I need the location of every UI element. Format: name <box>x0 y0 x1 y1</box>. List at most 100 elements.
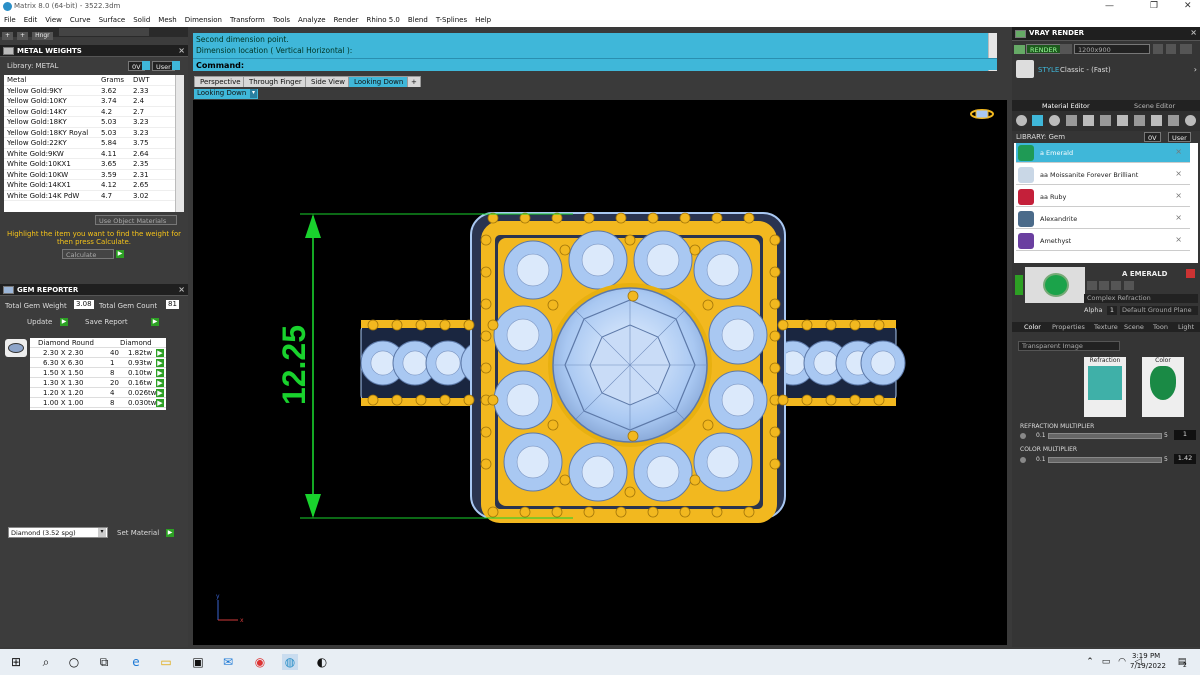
color-slider[interactable] <box>1048 457 1162 463</box>
style-value[interactable]: Classic - (Fast) <box>1060 66 1111 74</box>
play-icon[interactable]: ▶ <box>116 250 124 258</box>
checker-icon[interactable] <box>1117 115 1128 126</box>
map-type-select[interactable]: Transparent Image <box>1018 341 1120 351</box>
shader-select[interactable]: Complex Refraction <box>1084 294 1198 303</box>
menu-rhino[interactable]: Rhino 5.0 <box>363 14 404 24</box>
matrix-app-icon[interactable]: ◍ <box>282 654 298 670</box>
wifi-icon[interactable]: ◠ <box>1114 654 1130 670</box>
maximize-button[interactable]: ❐ <box>1150 1 1158 11</box>
close-icon[interactable]: × <box>1175 147 1182 156</box>
save-play-icon[interactable]: ▶ <box>151 318 159 326</box>
eye-icon[interactable] <box>1087 281 1097 290</box>
add-view-button[interactable]: + <box>407 76 421 87</box>
material-select[interactable]: Diamond (3.52 spg) ▾ <box>8 527 108 538</box>
brush-icon[interactable] <box>1168 115 1179 126</box>
tab-perspective[interactable]: Perspective <box>194 76 247 87</box>
material-item[interactable]: Alexandrite × <box>1016 209 1190 229</box>
calculate-button[interactable]: Calculate <box>62 249 114 259</box>
table-row[interactable]: White Gold:14KX1 4.12 2.65 <box>4 180 184 191</box>
table-row[interactable]: Yellow Gold:14KY 4.2 2.7 <box>4 107 184 117</box>
tab-color[interactable]: Color <box>1020 322 1045 332</box>
tab-scene[interactable]: Scene <box>1120 322 1148 332</box>
close-icon[interactable]: × <box>1190 28 1197 37</box>
color-value[interactable]: 1.42 <box>1174 454 1196 464</box>
refraction-value[interactable]: 1 <box>1174 430 1196 440</box>
alpha-field[interactable]: 1 <box>1107 306 1117 315</box>
table-row[interactable]: 2.30 X 2.30 40 1.82tw ▶ <box>30 348 166 358</box>
tab-material-editor[interactable]: Material Editor <box>1038 101 1094 111</box>
pattern-icon[interactable] <box>1100 115 1111 126</box>
tab-properties[interactable]: Properties <box>1048 322 1089 332</box>
clock-time[interactable]: 3:19 PM <box>1132 652 1160 660</box>
use-object-materials-button[interactable]: Use Object Materials <box>95 215 177 225</box>
menu-surface[interactable]: Surface <box>95 14 130 24</box>
store-icon[interactable]: ▣ <box>190 654 206 670</box>
refraction-slider[interactable] <box>1048 433 1162 439</box>
material-item[interactable]: a Emerald × <box>1016 143 1190 163</box>
refraction-map[interactable]: Refraction <box>1084 357 1126 417</box>
table-row[interactable]: White Gold:9KW 4.11 2.64 <box>4 149 184 159</box>
gem-tool-icon[interactable] <box>1032 115 1043 126</box>
edge-icon[interactable]: e <box>128 654 144 670</box>
tab-toon[interactable]: Toon <box>1149 322 1172 332</box>
table-row[interactable]: 1.00 X 1.00 8 0.030tw ▶ <box>30 398 166 408</box>
table-row[interactable]: White Gold:10KX1 3.65 2.35 <box>4 159 184 170</box>
menu-mesh[interactable]: Mesh <box>154 14 180 24</box>
file-explorer-icon[interactable]: ▭ <box>158 654 174 670</box>
menu-curve[interactable]: Curve <box>66 14 95 24</box>
table-row[interactable]: Yellow Gold:9KY 3.62 2.33 <box>4 86 184 96</box>
refresh-icon[interactable] <box>1186 269 1195 278</box>
grid-icon[interactable] <box>1151 115 1162 126</box>
table-row[interactable]: 1.30 X 1.30 20 0.16tw ▶ <box>30 378 166 388</box>
close-icon[interactable]: × <box>178 46 185 55</box>
paint-icon[interactable] <box>1134 115 1145 126</box>
menu-tsplines[interactable]: T-Splines <box>432 14 471 24</box>
drop-icon[interactable] <box>1016 115 1027 126</box>
table-row[interactable]: White Gold:10KW 3.59 2.31 <box>4 170 184 180</box>
play-icon[interactable]: ▶ <box>156 349 164 357</box>
menu-solid[interactable]: Solid <box>129 14 154 24</box>
user-toggle[interactable] <box>172 61 180 70</box>
close-icon[interactable]: × <box>1175 235 1182 244</box>
close-icon[interactable]: × <box>1175 169 1182 178</box>
tab-light[interactable]: Light <box>1174 322 1198 332</box>
menu-dimension[interactable]: Dimension <box>181 14 226 24</box>
close-icon[interactable]: × <box>1175 213 1182 222</box>
menu-blend[interactable]: Blend <box>404 14 432 24</box>
tool-button[interactable]: Hngr <box>32 32 53 40</box>
play-icon[interactable]: ▶ <box>156 389 164 397</box>
menu-edit[interactable]: Edit <box>20 14 42 24</box>
tab-texture[interactable]: Texture <box>1090 322 1122 332</box>
search-icon[interactable]: ⌕ <box>38 654 54 670</box>
table-row[interactable]: 1.50 X 1.50 8 0.10tw ▶ <box>30 368 166 378</box>
tab-looking-down[interactable]: Looking Down <box>348 76 410 87</box>
table-row[interactable]: White Gold:14K PdW 4.7 3.02 <box>4 191 184 201</box>
library-toggle[interactable] <box>142 61 150 70</box>
minimize-button[interactable]: — <box>1105 1 1114 11</box>
menu-file[interactable]: File <box>0 14 20 24</box>
chevron-down-icon[interactable]: ▾ <box>98 528 106 537</box>
sphere-icon[interactable] <box>1049 115 1060 126</box>
tab-side-view[interactable]: Side View <box>305 76 351 87</box>
paste-icon[interactable] <box>1111 281 1121 290</box>
close-icon[interactable]: × <box>178 285 185 294</box>
update-button[interactable]: Update <box>27 318 52 326</box>
rewind-icon[interactable] <box>1153 44 1163 54</box>
metal-icon[interactable] <box>1066 115 1077 126</box>
material-item[interactable]: aa Moissanite Forever Brilliant × <box>1016 165 1190 185</box>
user-button[interactable]: User <box>1168 132 1191 142</box>
tab-scene-editor[interactable]: Scene Editor <box>1130 101 1179 111</box>
play-icon[interactable]: ▶ <box>156 369 164 377</box>
play-icon[interactable]: ▶ <box>156 379 164 387</box>
table-row[interactable]: Yellow Gold:10KY 3.74 2.4 <box>4 96 184 107</box>
set-material-play-icon[interactable]: ▶ <box>166 529 174 537</box>
table-row[interactable]: Yellow Gold:18KY 5.03 3.23 <box>4 117 184 128</box>
network-icon[interactable]: ▭ <box>1098 654 1114 670</box>
library-button[interactable]: 0V <box>1144 132 1161 142</box>
update-play-icon[interactable]: ▶ <box>60 318 68 326</box>
tool-button[interactable]: + <box>2 32 14 40</box>
table-row[interactable]: Yellow Gold:22KY 5.84 3.75 <box>4 138 184 149</box>
close-button[interactable]: ✕ <box>1184 1 1192 11</box>
chevron-down-icon[interactable]: ▾ <box>250 89 257 98</box>
save-icon[interactable] <box>1124 281 1134 290</box>
